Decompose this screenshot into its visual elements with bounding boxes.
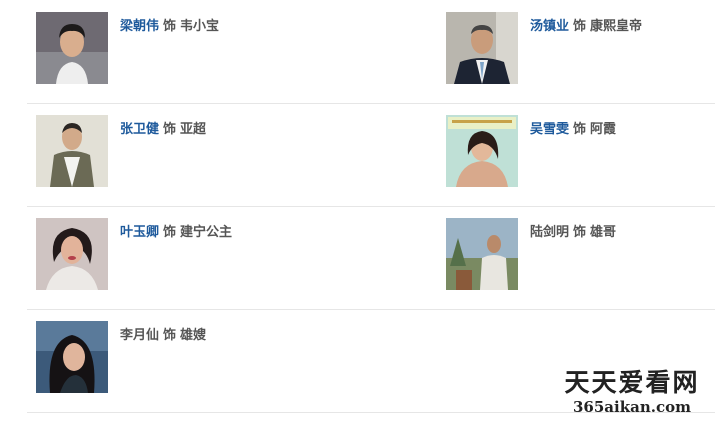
actor-photo[interactable]	[446, 12, 518, 84]
cast-caption: 吴雪雯饰阿霞	[530, 118, 616, 137]
cast-row: 张卫健饰亚超 吴雪雯饰阿霞	[27, 103, 715, 207]
role-separator: 饰	[163, 225, 177, 240]
role-separator: 饰	[163, 19, 177, 34]
cast-caption: 叶玉卿饰建宁公主	[120, 221, 232, 240]
actor-photo[interactable]	[36, 321, 108, 393]
watermark-title: 天天爱看网	[564, 368, 700, 397]
actor-name-link[interactable]: 叶玉卿	[120, 225, 159, 240]
actor-name-link[interactable]: 吴雪雯	[530, 122, 569, 137]
cast-caption: 张卫健饰亚超	[120, 118, 206, 137]
actor-photo[interactable]	[446, 218, 518, 290]
cast-row: 叶玉卿饰建宁公主 陆剑明饰雄哥	[27, 206, 715, 310]
role-separator: 饰	[573, 122, 587, 137]
actor-name-link[interactable]: 梁朝伟	[120, 19, 159, 34]
cast-caption: 陆剑明饰雄哥	[530, 221, 616, 240]
role-separator: 饰	[163, 328, 177, 343]
cast-row: 梁朝伟饰韦小宝 汤镇业饰康熙皇帝	[27, 0, 715, 104]
role-name: 阿霞	[590, 122, 617, 137]
actor-photo[interactable]	[446, 115, 518, 187]
actor-photo[interactable]	[36, 115, 108, 187]
role-name: 亚超	[180, 122, 207, 137]
cast-caption: 梁朝伟饰韦小宝	[120, 15, 219, 34]
site-watermark: 天天爱看网 365aikan.com	[557, 368, 707, 416]
cast-caption: 李月仙饰雄嫂	[120, 324, 206, 343]
cast-caption: 汤镇业饰康熙皇帝	[530, 15, 642, 34]
role-name: 雄嫂	[180, 328, 207, 343]
role-separator: 饰	[573, 19, 587, 34]
actor-name-link[interactable]: 张卫健	[120, 122, 159, 137]
role-name: 康熙皇帝	[590, 19, 643, 34]
role-separator: 饰	[573, 225, 587, 240]
actor-name-link[interactable]: 汤镇业	[530, 19, 569, 34]
role-name: 建宁公主	[180, 225, 233, 240]
role-separator: 饰	[163, 122, 177, 137]
role-name: 韦小宝	[180, 19, 220, 34]
watermark-url: 365aikan.com	[573, 398, 691, 416]
actor-name: 李月仙	[120, 328, 160, 343]
actor-photo[interactable]	[36, 12, 108, 84]
actor-photo[interactable]	[36, 218, 108, 290]
actor-name: 陆剑明	[530, 225, 570, 240]
role-name: 雄哥	[590, 225, 617, 240]
